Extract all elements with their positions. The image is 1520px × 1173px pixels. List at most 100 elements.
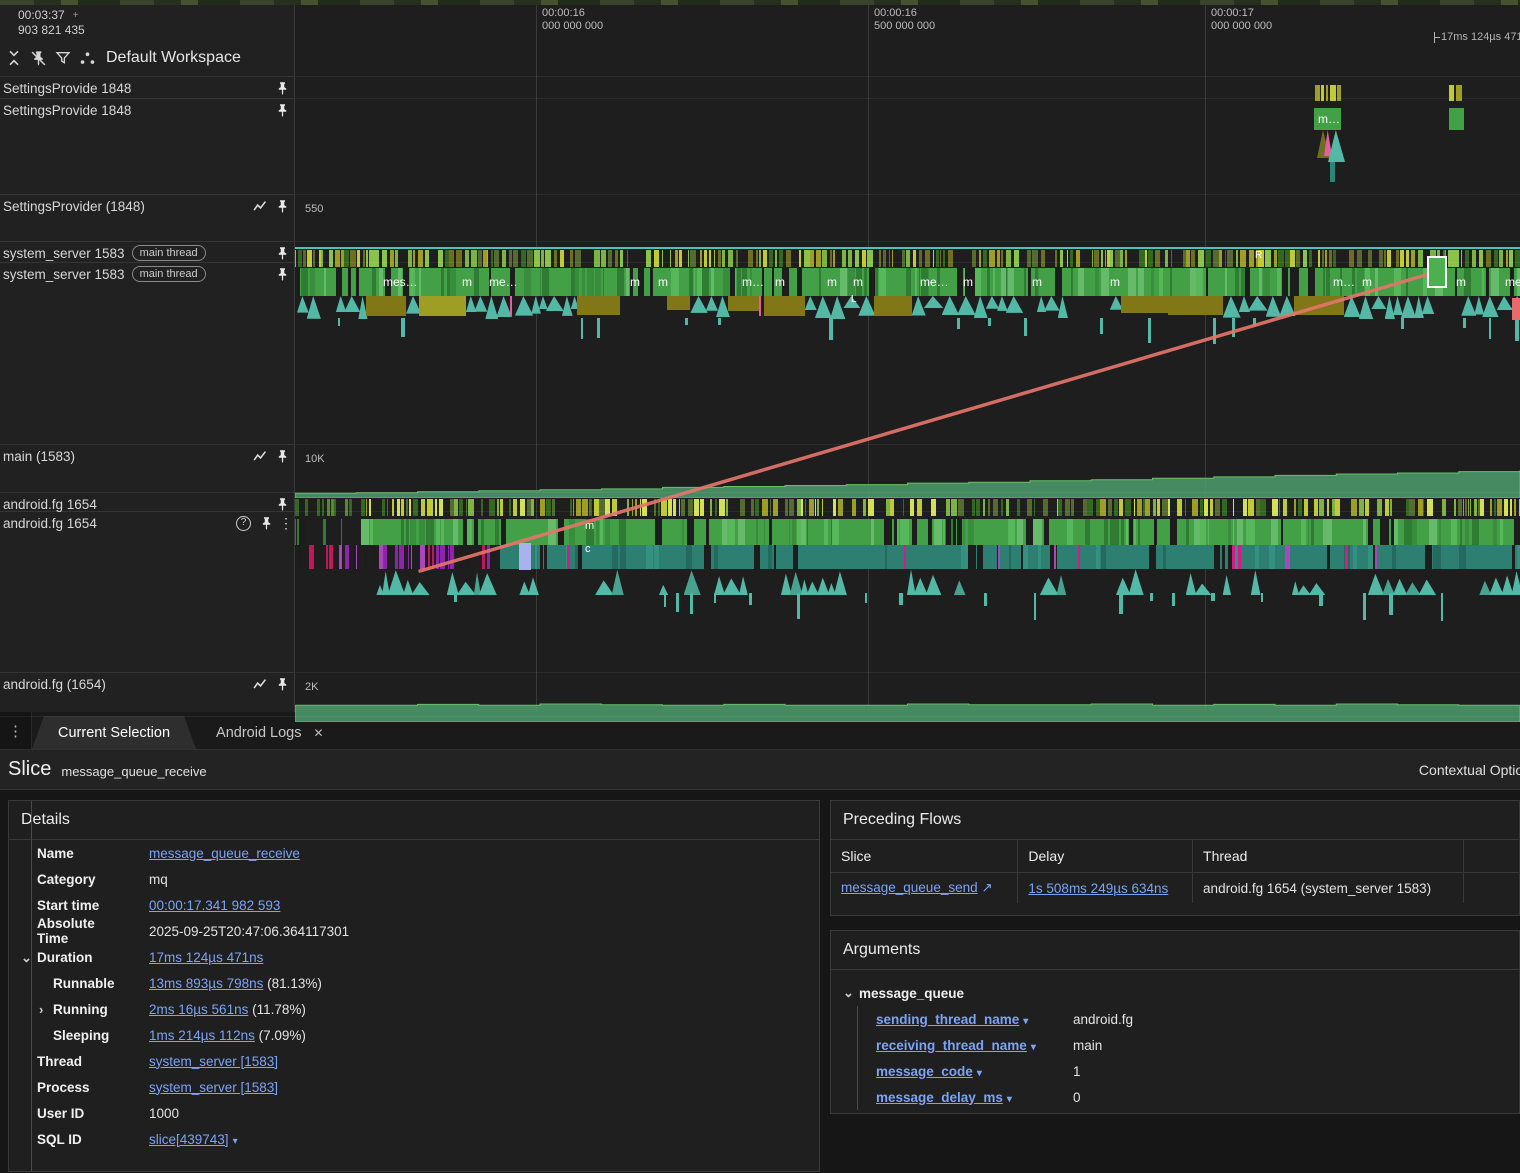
trace-slice[interactable]: [957, 268, 963, 296]
nested-slice[interactable]: [923, 296, 944, 309]
trace-slice[interactable]: [412, 250, 416, 267]
trace-slice[interactable]: [409, 268, 415, 296]
trace-slice[interactable]: [1227, 519, 1232, 545]
details-value-text[interactable]: slice[439743]: [149, 1132, 229, 1147]
trace-slice[interactable]: [942, 250, 946, 267]
nested-slice[interactable]: [953, 580, 966, 595]
trace-slice[interactable]: [1133, 499, 1135, 516]
nested-slice[interactable]: [465, 296, 477, 312]
trace-slice[interactable]: [420, 545, 425, 569]
trace-slice[interactable]: [1322, 519, 1332, 545]
trace-slice[interactable]: [1470, 499, 1472, 516]
trace-slice[interactable]: [1103, 519, 1108, 545]
trace-slice[interactable]: [1327, 499, 1330, 516]
track-label-main-counter[interactable]: main (1583): [0, 445, 295, 467]
nested-slice[interactable]: [997, 296, 1008, 311]
descendant-slice-marker[interactable]: [1150, 593, 1153, 601]
trace-slice[interactable]: [825, 499, 831, 516]
pin-icon[interactable]: [273, 447, 291, 465]
trace-slice[interactable]: [645, 250, 651, 267]
trace-slice[interactable]: [527, 250, 533, 267]
trace-slice[interactable]: [312, 250, 316, 267]
trace-slice[interactable]: [749, 268, 752, 296]
nested-slice[interactable]: [957, 296, 976, 315]
trace-slice[interactable]: [1119, 499, 1123, 516]
trace-slice[interactable]: [1085, 519, 1091, 545]
trace-slice[interactable]: [302, 519, 306, 545]
trace-slice[interactable]: [1215, 499, 1221, 516]
trace-slice[interactable]: [1248, 250, 1255, 267]
trace-slice[interactable]: [1450, 519, 1457, 545]
trace-slice[interactable]: [1100, 499, 1107, 516]
trace-slice[interactable]: [933, 519, 942, 545]
trace-slice[interactable]: [410, 519, 417, 545]
nested-slice[interactable]: [1039, 577, 1059, 595]
trace-slice[interactable]: [1295, 268, 1300, 296]
trace-slice[interactable]: [924, 499, 931, 516]
trace-slice[interactable]: [1415, 499, 1417, 516]
descendant-slice-marker[interactable]: [663, 593, 666, 607]
collapse-tracks-icon[interactable]: [6, 50, 22, 66]
track-label-settingsprovider-counter[interactable]: SettingsProvider (1848): [0, 195, 295, 217]
trace-slice[interactable]: [1363, 519, 1367, 545]
nested-slice[interactable]: [403, 579, 414, 595]
trace-slice[interactable]: [1258, 250, 1264, 267]
trace-slice[interactable]: [1472, 250, 1477, 267]
trace-slice[interactable]: [1405, 268, 1408, 296]
nested-slice[interactable]: [519, 543, 531, 570]
trace-slice[interactable]: [1367, 519, 1374, 545]
trace-slice[interactable]: [1322, 250, 1324, 267]
trace-slice[interactable]: [1394, 519, 1398, 545]
slice-gap[interactable]: [1044, 519, 1050, 545]
trace-slice[interactable]: [406, 499, 409, 516]
trace-slice[interactable]: [756, 519, 759, 545]
trace-slice[interactable]: [681, 519, 684, 545]
trace-slice[interactable]: [1107, 499, 1113, 516]
trace-slice[interactable]: [982, 499, 985, 516]
trace-slice[interactable]: [489, 268, 492, 296]
trace-slice[interactable]: [789, 499, 795, 516]
nested-slice[interactable]: [722, 578, 741, 595]
descendant-slice-marker[interactable]: [1319, 593, 1323, 606]
trace-slice[interactable]: [1376, 499, 1382, 516]
trace-slice[interactable]: [418, 519, 425, 545]
trace-slice[interactable]: [1326, 545, 1330, 569]
trace-slice[interactable]: [842, 250, 846, 267]
trace-slice[interactable]: [340, 499, 342, 516]
trace-slice[interactable]: [867, 250, 874, 267]
trace-slice[interactable]: [1499, 250, 1504, 267]
trace-slice[interactable]: [1490, 499, 1493, 516]
trace-slice[interactable]: [1303, 499, 1309, 516]
trace-slice[interactable]: [946, 499, 951, 516]
trace-slice[interactable]: [1224, 250, 1227, 267]
nested-slice[interactable]: [474, 296, 488, 312]
trace-slice[interactable]: [1342, 499, 1346, 516]
trace-slice[interactable]: [815, 250, 821, 267]
trace-slice[interactable]: [736, 250, 739, 267]
trace-slice[interactable]: [653, 250, 660, 267]
trace-slice[interactable]: [801, 519, 807, 545]
descendant-slice-marker[interactable]: [1148, 318, 1152, 344]
pin-icon[interactable]: [257, 514, 275, 532]
trace-slice[interactable]: [1465, 519, 1469, 545]
trace-slice[interactable]: [1170, 250, 1173, 267]
trace-slice[interactable]: [483, 250, 487, 267]
trace-slice[interactable]: [1240, 250, 1246, 267]
trace-slice[interactable]: [465, 545, 471, 569]
trace-slice[interactable]: [890, 499, 895, 516]
trace-slice[interactable]: [1513, 519, 1520, 545]
trace-slice[interactable]: [309, 545, 314, 569]
trace-slice[interactable]: [1270, 519, 1279, 545]
trace-slice[interactable]: [1359, 499, 1364, 516]
trace-slice[interactable]: [1433, 499, 1435, 516]
slice-m[interactable]: [1314, 108, 1341, 130]
trace-slice[interactable]: [1008, 268, 1014, 296]
trace-slice[interactable]: [810, 250, 814, 267]
nested-slice[interactable]: [911, 296, 926, 316]
trace-slice[interactable]: [595, 268, 601, 296]
trace-slice[interactable]: [870, 519, 875, 545]
trace-slice[interactable]: [933, 250, 935, 267]
trace-slice[interactable]: [365, 499, 368, 516]
trace-slice[interactable]: [574, 250, 581, 267]
trace-slice[interactable]: [1023, 268, 1026, 296]
